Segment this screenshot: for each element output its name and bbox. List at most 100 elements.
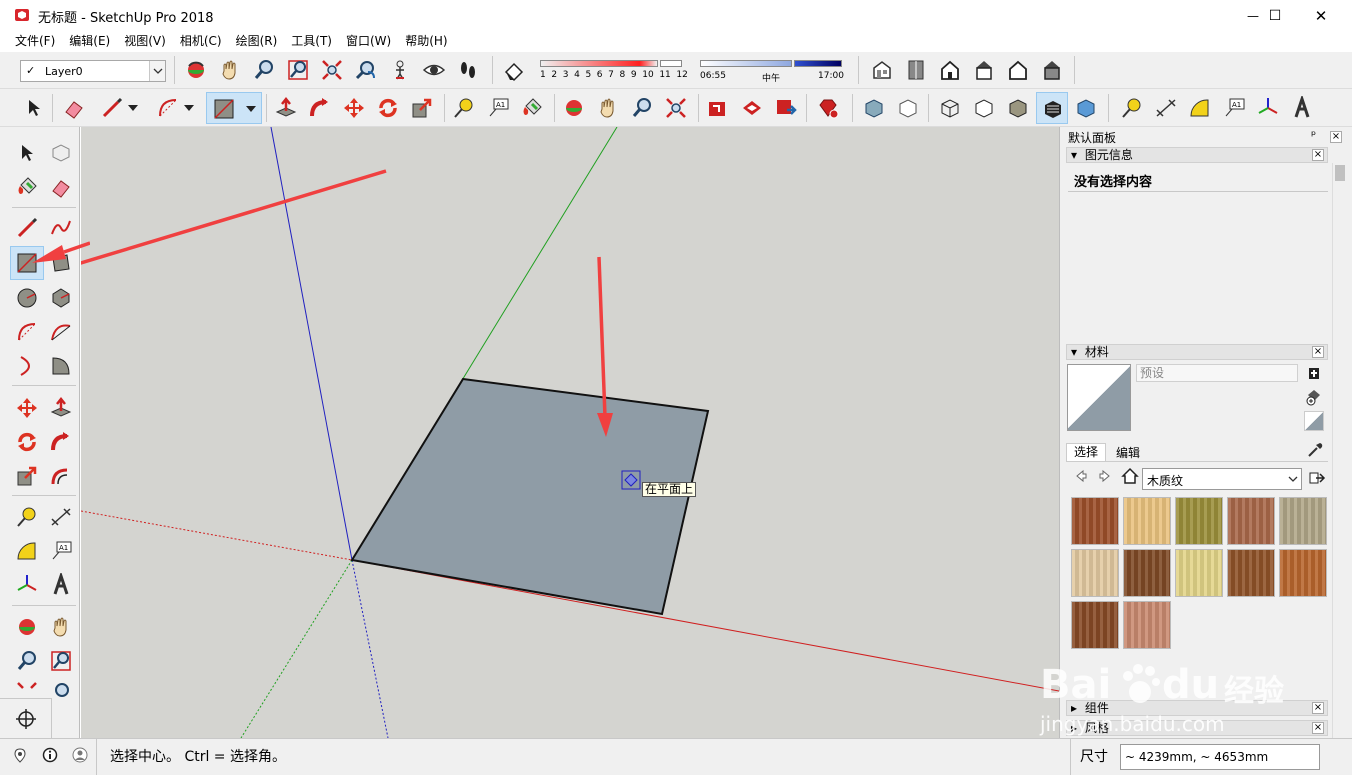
material-swatch[interactable] — [1123, 549, 1171, 597]
protractor-icon[interactable] — [12, 536, 42, 566]
month-thumb[interactable] — [660, 60, 682, 67]
material-swatch[interactable] — [1071, 549, 1119, 597]
pan-hand-icon[interactable] — [216, 56, 244, 84]
protractor-icon[interactable] — [1186, 94, 1214, 122]
paint-bucket-icon[interactable] — [518, 94, 546, 122]
back-view-icon[interactable] — [1004, 56, 1032, 84]
measurements-input[interactable]: ~ 4239mm, ~ 4653mm — [1120, 744, 1320, 770]
orbit-icon[interactable] — [12, 612, 42, 642]
walk-footprints-icon[interactable] — [454, 56, 482, 84]
tape-measure-icon[interactable] — [12, 502, 42, 532]
chevron-down-icon[interactable] — [149, 61, 165, 81]
push-pull-icon[interactable] — [272, 94, 300, 122]
axes-icon[interactable] — [1254, 94, 1282, 122]
select-arrow-icon[interactable] — [20, 94, 48, 122]
material-swatch[interactable] — [1227, 549, 1275, 597]
shadows-toggle-icon[interactable] — [500, 56, 528, 84]
shaded-textures-active[interactable] — [1036, 92, 1068, 124]
previous-view-icon[interactable] — [352, 56, 380, 84]
sample-paint-icon[interactable] — [1304, 411, 1324, 431]
text-label-icon[interactable]: A1 — [46, 536, 76, 566]
maximize-button[interactable]: ☐ — [1252, 0, 1298, 31]
zoom-icon[interactable] — [12, 646, 42, 676]
home-icon[interactable] — [1121, 467, 1139, 485]
three-point-arc-icon[interactable] — [12, 351, 42, 381]
front-view-icon[interactable] — [936, 56, 964, 84]
polygon-icon[interactable] — [46, 283, 76, 313]
tab-select[interactable]: 选择 — [1066, 443, 1106, 461]
rectangle-tool-active[interactable] — [206, 92, 262, 124]
menu-edit[interactable]: 编辑(E) — [62, 31, 117, 52]
material-swatch[interactable] — [1279, 549, 1327, 597]
components-close-icon[interactable]: × — [1312, 702, 1324, 714]
eyedropper-icon[interactable] — [1306, 441, 1324, 459]
tape-measure-icon[interactable] — [1118, 94, 1146, 122]
axes-icon[interactable] — [12, 570, 42, 600]
previous-view-icon[interactable] — [46, 680, 76, 698]
zoom-extents-icon[interactable] — [318, 56, 346, 84]
user-sign-in-icon[interactable] — [72, 747, 88, 763]
top-view-icon[interactable] — [902, 56, 930, 84]
3d-text-icon[interactable] — [1288, 94, 1316, 122]
pan-hand-icon[interactable] — [46, 612, 76, 642]
menu-help[interactable]: 帮助(H) — [398, 31, 454, 52]
back-edges-icon[interactable] — [894, 94, 922, 122]
close-button[interactable]: ✕ — [1298, 0, 1344, 31]
materials-header[interactable]: ▾ 材料 — [1066, 344, 1328, 360]
text-label-icon[interactable]: A1 — [484, 94, 512, 122]
text-label-icon[interactable]: A1 — [1220, 94, 1248, 122]
zoom-extents-icon[interactable] — [12, 680, 42, 698]
material-swatch[interactable] — [1123, 497, 1171, 545]
3d-viewport[interactable]: 在平面上 — [81, 127, 1059, 738]
pan-hand-icon[interactable] — [594, 94, 622, 122]
arc-icon[interactable] — [12, 317, 42, 347]
move-icon[interactable] — [12, 393, 42, 423]
menu-camera[interactable]: 相机(C) — [173, 31, 229, 52]
orbit-icon[interactable] — [560, 94, 588, 122]
move-handle[interactable] — [0, 698, 52, 738]
display-secondary-icon[interactable] — [1304, 387, 1324, 407]
position-camera-icon[interactable] — [386, 56, 414, 84]
rotate-icon[interactable] — [374, 94, 402, 122]
share-component-icon[interactable] — [772, 94, 800, 122]
look-around-eye-icon[interactable] — [420, 56, 448, 84]
material-library-select[interactable]: 木质纹 — [1142, 468, 1302, 490]
3d-text-icon[interactable] — [46, 570, 76, 600]
zoom-window-icon[interactable] — [284, 56, 312, 84]
tray-scroll-thumb[interactable] — [1335, 165, 1345, 181]
3d-warehouse-icon[interactable] — [704, 94, 732, 122]
eraser-icon[interactable] — [60, 94, 88, 122]
menu-draw[interactable]: 绘图(R) — [229, 31, 285, 52]
rectangle-dropdown-icon[interactable] — [245, 103, 257, 115]
material-swatch[interactable] — [1123, 601, 1171, 649]
scale-icon[interactable] — [12, 461, 42, 491]
pin-icon[interactable]: ᵖ — [1311, 128, 1316, 142]
menu-view[interactable]: 视图(V) — [117, 31, 173, 52]
extension-warehouse-icon[interactable] — [814, 94, 842, 122]
material-name-input[interactable]: 预设 — [1136, 364, 1298, 382]
layer-select[interactable]: ✓ Layer0 — [20, 60, 166, 82]
material-swatch[interactable] — [1227, 497, 1275, 545]
hidden-line-icon[interactable] — [970, 94, 998, 122]
forward-arrow-icon[interactable] — [1098, 469, 1112, 483]
line-dropdown-icon[interactable] — [126, 94, 140, 122]
circle-icon[interactable] — [12, 283, 42, 313]
menu-window[interactable]: 窗口(W) — [339, 31, 398, 52]
move-icon[interactable] — [340, 94, 368, 122]
entity-info-close-icon[interactable]: × — [1312, 149, 1324, 161]
material-swatch[interactable] — [1175, 497, 1223, 545]
material-swatch[interactable] — [1279, 497, 1327, 545]
zoom-icon[interactable] — [628, 94, 656, 122]
entity-info-header[interactable]: ▾ 图元信息 — [1066, 147, 1328, 163]
dimension-icon[interactable] — [1152, 94, 1180, 122]
share-model-icon[interactable] — [738, 94, 766, 122]
materials-close-icon[interactable]: × — [1312, 346, 1324, 358]
iso-view-icon[interactable] — [868, 56, 896, 84]
create-material-icon[interactable] — [1306, 364, 1322, 380]
time-thumb[interactable] — [794, 60, 842, 67]
arc-dropdown-icon[interactable] — [182, 94, 196, 122]
material-swatch[interactable] — [1175, 549, 1223, 597]
orbit-icon[interactable] — [182, 56, 210, 84]
dimension-icon[interactable] — [46, 502, 76, 532]
xray-style-icon[interactable] — [860, 94, 888, 122]
